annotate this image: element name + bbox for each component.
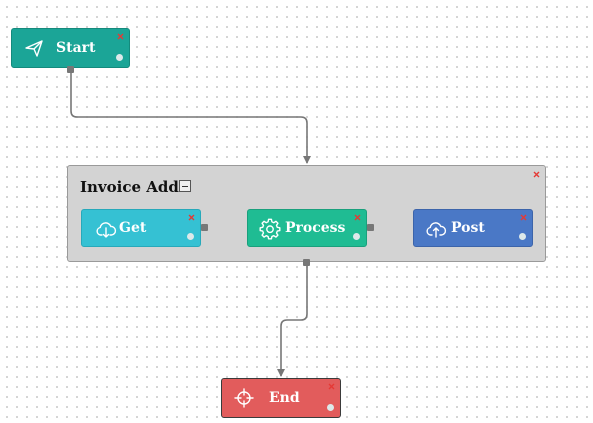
- minus-box-icon[interactable]: [179, 180, 191, 192]
- cloud-download-icon: [95, 218, 117, 240]
- start-node-port[interactable]: [116, 54, 123, 61]
- gear-icon: [259, 218, 281, 240]
- start-node-output-port[interactable]: [67, 66, 74, 73]
- group-close-icon[interactable]: [533, 171, 540, 178]
- start-node-close-icon[interactable]: [117, 33, 124, 40]
- get-node-output-port[interactable]: [201, 224, 208, 231]
- get-node-label: Get: [119, 220, 147, 236]
- get-node[interactable]: Get: [81, 209, 201, 247]
- paper-plane-icon: [23, 37, 45, 59]
- end-node-port[interactable]: [327, 404, 334, 411]
- post-node[interactable]: Post: [413, 209, 533, 247]
- process-node-label: Process: [285, 220, 346, 236]
- crosshair-icon: [233, 387, 255, 409]
- process-node-port[interactable]: [353, 233, 360, 240]
- cloud-upload-icon: [425, 218, 447, 240]
- process-node-output-port[interactable]: [367, 224, 374, 231]
- process-node-close-icon[interactable]: [354, 214, 361, 221]
- get-node-close-icon[interactable]: [188, 214, 195, 221]
- start-node-label: Start: [56, 40, 96, 56]
- connector-group-to-end[interactable]: [277, 264, 308, 377]
- group-output-port[interactable]: [303, 259, 310, 266]
- post-node-port[interactable]: [519, 233, 526, 240]
- end-node-close-icon[interactable]: [328, 383, 335, 390]
- group-title: Invoice Add: [80, 178, 179, 196]
- start-node[interactable]: Start: [11, 28, 130, 68]
- end-node-label: End: [269, 390, 300, 406]
- get-node-port[interactable]: [187, 233, 194, 240]
- process-node[interactable]: Process: [247, 209, 367, 247]
- connector-start-to-group[interactable]: [70, 69, 311, 164]
- post-node-label: Post: [451, 220, 485, 236]
- post-node-close-icon[interactable]: [520, 214, 527, 221]
- end-node[interactable]: End: [221, 378, 341, 418]
